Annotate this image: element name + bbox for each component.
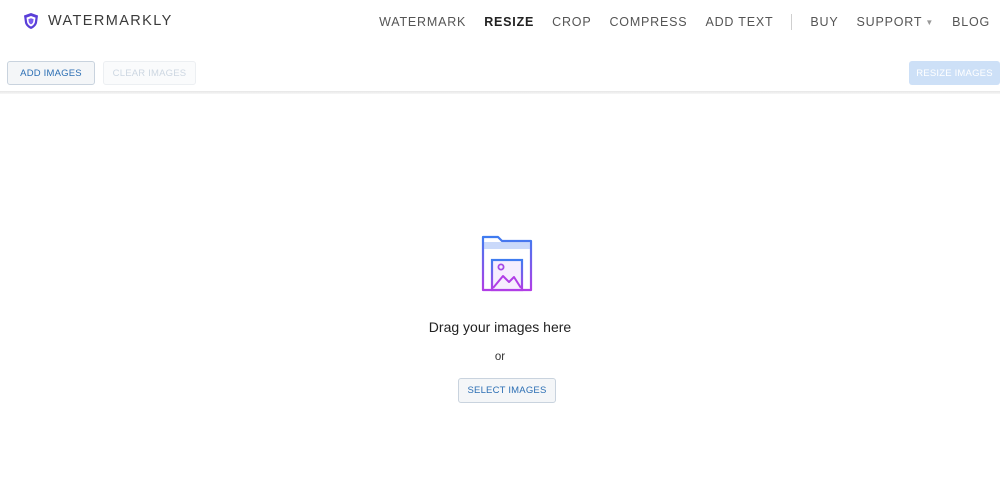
nav-resize[interactable]: RESIZE — [484, 15, 534, 29]
clear-images-button[interactable]: CLEAR IMAGES — [103, 61, 196, 85]
nav-crop[interactable]: CROP — [552, 15, 591, 29]
drop-title: Drag your images here — [428, 319, 572, 335]
top-navigation: WATERMARKLY WATERMARK RESIZE CROP COMPRE… — [0, 0, 1000, 46]
nav-compress[interactable]: COMPRESS — [609, 15, 687, 29]
drop-or-text: or — [494, 351, 506, 363]
resize-images-button[interactable]: RESIZE IMAGES — [909, 61, 1000, 85]
select-images-button[interactable]: SELECT IMAGES — [458, 378, 556, 403]
chevron-down-icon: ▼ — [925, 18, 935, 27]
shield-icon — [23, 12, 39, 30]
nav-blog[interactable]: BLOG — [952, 15, 990, 29]
nav-support-label: SUPPORT — [856, 15, 923, 29]
folder-image-icon — [478, 234, 536, 294]
add-images-button[interactable]: ADD IMAGES — [7, 61, 95, 85]
nav-watermark[interactable]: WATERMARK — [379, 15, 466, 29]
brand-name: WATERMARKLY — [48, 13, 173, 29]
main-menu: WATERMARK RESIZE CROP COMPRESS ADD TEXT … — [361, 14, 990, 30]
nav-support[interactable]: SUPPORT ▼ — [857, 15, 935, 29]
toolbar: ADD IMAGES CLEAR IMAGES RESIZE IMAGES — [0, 58, 1000, 92]
nav-buy[interactable]: BUY — [810, 15, 838, 29]
drop-zone[interactable]: Drag your images here or SELECT IMAGES — [0, 94, 1000, 500]
nav-add-text[interactable]: ADD TEXT — [705, 15, 773, 29]
brand-logo[interactable]: WATERMARKLY — [23, 12, 173, 30]
nav-divider — [791, 14, 793, 30]
